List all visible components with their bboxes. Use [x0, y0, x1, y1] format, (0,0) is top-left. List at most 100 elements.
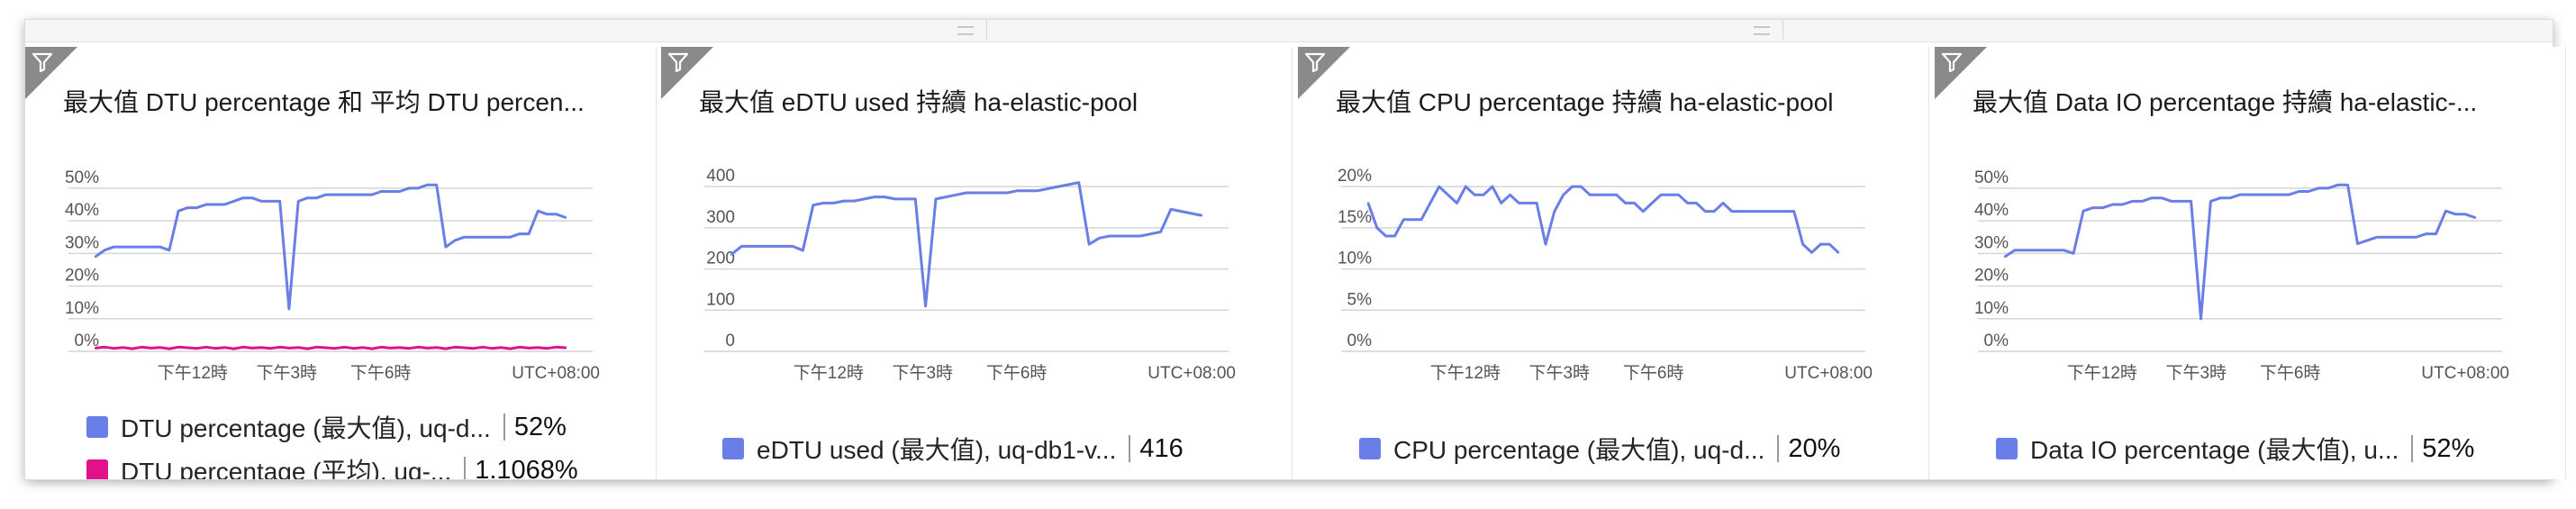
data-point: [141, 245, 143, 249]
data-point: [2435, 232, 2437, 235]
data-point: [2258, 193, 2261, 196]
data-point: [141, 346, 143, 349]
data-point: [213, 347, 217, 350]
chart-tile-dtu[interactable]: 最大值 DTU percentage 和 平均 DTU percen... 0%…: [25, 47, 657, 479]
data-point: [454, 239, 457, 241]
data-point: [177, 346, 180, 349]
data-point: [1366, 202, 1370, 205]
series-line: [2004, 183, 2476, 321]
chart-tile-edtu[interactable]: 最大值 eDTU used 持續 ha-elastic-pool 0 100 200…: [661, 47, 1293, 479]
data-point: [2346, 184, 2349, 186]
data-point: [1624, 202, 1627, 205]
data-point: [518, 232, 521, 235]
data-point: [1047, 187, 1049, 190]
data-point: [1659, 194, 1663, 196]
y-tick-label: 400: [706, 167, 735, 186]
data-point: [2278, 193, 2281, 196]
data-point: [1037, 189, 1039, 192]
data-point: [903, 197, 907, 201]
data-point: [1535, 202, 1538, 205]
data-point: [435, 346, 438, 349]
data-point: [842, 199, 845, 203]
legend-value: 52%: [2422, 433, 2475, 463]
legend-item[interactable]: DTU percentage (平均), uq-... 1.1068%: [86, 452, 578, 479]
data-point: [893, 197, 896, 201]
dtu-line-chart: 0%10%20%30%40%50%下午12時 下午3時 下午6時 UTC+08:00: [65, 168, 600, 383]
data-point: [306, 196, 309, 199]
data-point: [924, 304, 927, 307]
data-point: [2425, 232, 2427, 235]
data-point: [1119, 234, 1121, 238]
data-point: [1739, 210, 1742, 213]
data-point: [2150, 196, 2154, 199]
data-point: [2376, 236, 2379, 239]
data-point: [1819, 242, 1822, 246]
data-point: [463, 236, 466, 239]
data-point: [343, 346, 346, 349]
data-point: [361, 193, 364, 196]
y-tick-label: 50%: [1974, 168, 2009, 187]
data-point: [94, 347, 97, 350]
data-point: [1783, 210, 1787, 213]
data-point: [555, 346, 558, 349]
data-point: [1500, 202, 1502, 205]
data-point: [104, 249, 106, 251]
legend-label: CPU percentage (最大值), uq-d...: [1393, 436, 1765, 464]
legend-divider: [503, 414, 505, 441]
data-point: [159, 245, 161, 249]
data-point: [407, 347, 411, 350]
dashboard-frame: 最大值 DTU percentage 和 平均 DTU percen... 0%…: [25, 20, 2566, 479]
resize-handle-icon[interactable]: [1754, 26, 1770, 35]
dashboard-top-strip: [25, 20, 2553, 42]
data-point: [1544, 242, 1547, 246]
data-point: [965, 191, 968, 195]
data-point: [122, 245, 124, 249]
data-point: [1057, 185, 1060, 188]
data-point: [914, 197, 917, 201]
data-point: [444, 347, 448, 350]
chart-tile-cpu[interactable]: 最大值 CPU percentage 持續 ha-elastic-pool 0%…: [1298, 47, 1929, 479]
data-point: [1077, 181, 1080, 184]
data-point: [546, 347, 549, 350]
data-point: [781, 245, 784, 248]
data-point: [186, 346, 189, 350]
y-tick-label: 30%: [1974, 233, 2009, 252]
data-point: [527, 347, 531, 350]
timezone-label: UTC+08:00: [1147, 364, 1236, 383]
legend-item[interactable]: CPU percentage (最大值), uq-d... 20%: [1359, 431, 1840, 467]
legend-item[interactable]: Data IO percentage (最大值), u... 52%: [1996, 431, 2474, 467]
legend-item[interactable]: eDTU used (最大值), uq-db1-v... 416: [722, 431, 1184, 467]
data-point: [2200, 317, 2202, 320]
data-point: [1159, 231, 1162, 233]
x-tick-label: 下午12時: [1430, 363, 1501, 383]
data-point: [2111, 203, 2114, 206]
data-point: [740, 245, 743, 248]
data-point: [1509, 194, 1511, 196]
legend-value: 416: [1139, 433, 1184, 463]
resize-handle-icon[interactable]: [957, 26, 974, 35]
data-point: [2190, 200, 2192, 203]
legend-value: 20%: [1788, 433, 1841, 463]
x-tick-label: 下午6時: [350, 363, 412, 383]
data-point: [2170, 200, 2173, 203]
data-point: [1730, 210, 1733, 213]
data-point: [2053, 249, 2055, 251]
data-point: [297, 346, 300, 349]
data-point: [884, 195, 886, 198]
data-point: [2228, 196, 2232, 199]
x-tick-label: 下午6時: [2260, 363, 2321, 383]
data-point: [1677, 194, 1680, 196]
chart-tile-data-io[interactable]: 最大值 Data IO percentage 持續 ha-elastic-...…: [1935, 47, 2566, 479]
data-point: [2385, 236, 2389, 239]
y-tick-label: 10%: [1974, 299, 2009, 318]
data-point: [2023, 249, 2026, 251]
data-point: [791, 245, 794, 248]
legend-item[interactable]: DTU percentage (最大值), uq-d... 52%: [86, 409, 567, 445]
y-tick-label: 100: [706, 290, 735, 309]
data-point: [1651, 202, 1654, 205]
data-point: [250, 196, 254, 199]
data-point: [863, 197, 866, 201]
data-point: [1562, 194, 1565, 196]
data-point: [1695, 202, 1698, 205]
edtu-line-chart: 0 100 200 300 400 下午12時 下午3時 下午6時 UTC+08:00: [704, 167, 1236, 383]
